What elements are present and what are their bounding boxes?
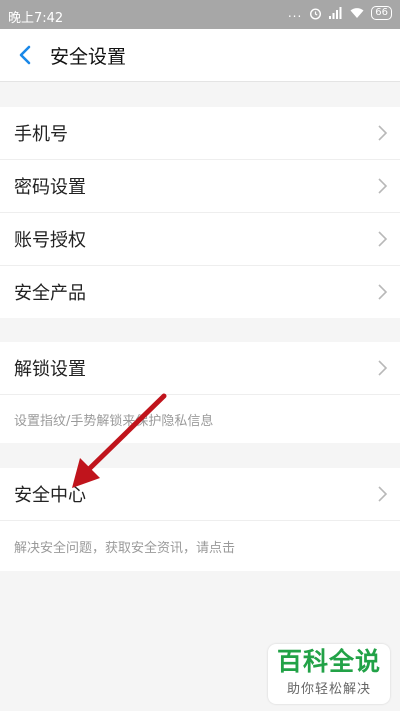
menu-item-security-center[interactable]: 安全中心 <box>0 468 400 521</box>
menu-item-security-products[interactable]: 安全产品 <box>0 266 400 318</box>
app-bar: 安全设置 <box>0 29 400 82</box>
watermark-subtitle: 助你轻松解决 <box>286 682 371 697</box>
description-text: 解决安全问题，获取安全资讯，请点击 <box>14 540 236 556</box>
menu-item-phone[interactable]: 手机号 <box>0 107 400 160</box>
status-bar: 晚上7:42 ... 66 <box>0 0 400 29</box>
status-time: 晚上7:42 <box>8 11 64 26</box>
chevron-right-icon <box>378 231 388 247</box>
menu-item-label: 安全产品 <box>14 283 86 304</box>
page-title: 安全设置 <box>50 46 127 68</box>
unlock-description: 设置指纹/手势解锁来保护隐私信息 <box>0 395 400 443</box>
chevron-right-icon <box>378 486 388 502</box>
security-center-description: 解决安全问题，获取安全资讯，请点击 <box>0 521 400 571</box>
menu-item-password[interactable]: 密码设置 <box>0 160 400 213</box>
chevron-right-icon <box>378 284 388 300</box>
chevron-right-icon <box>378 360 388 376</box>
menu-item-label: 密码设置 <box>14 177 86 198</box>
alarm-icon <box>310 7 322 20</box>
description-text: 设置指纹/手势解锁来保护隐私信息 <box>14 413 214 429</box>
watermark-title: 百科全说 <box>276 647 381 676</box>
menu-item-unlock[interactable]: 解锁设置 <box>0 342 400 395</box>
menu-item-label: 安全中心 <box>14 485 86 506</box>
battery-icon: 66 <box>371 6 392 20</box>
chevron-right-icon <box>378 125 388 141</box>
menu-item-authorization[interactable]: 账号授权 <box>0 213 400 266</box>
menu-item-label: 账号授权 <box>14 230 86 251</box>
signal-icon <box>329 7 342 19</box>
wifi-icon <box>350 8 364 18</box>
menu-item-label: 手机号 <box>14 124 68 145</box>
menu-item-label: 解锁设置 <box>14 359 86 380</box>
settings-group-account: 手机号 密码设置 账号授权 安全产品 <box>0 107 400 318</box>
settings-group-unlock: 解锁设置 设置指纹/手势解锁来保护隐私信息 <box>0 342 400 443</box>
settings-group-security-center: 安全中心 解决安全问题，获取安全资讯，请点击 <box>0 468 400 571</box>
status-icons: ... 66 <box>288 6 392 20</box>
chevron-left-icon[interactable] <box>14 43 38 67</box>
chevron-right-icon <box>378 178 388 194</box>
notification-dots: ... <box>287 6 303 20</box>
watermark-logo: 百科全说 助你轻松解决 <box>268 644 390 704</box>
